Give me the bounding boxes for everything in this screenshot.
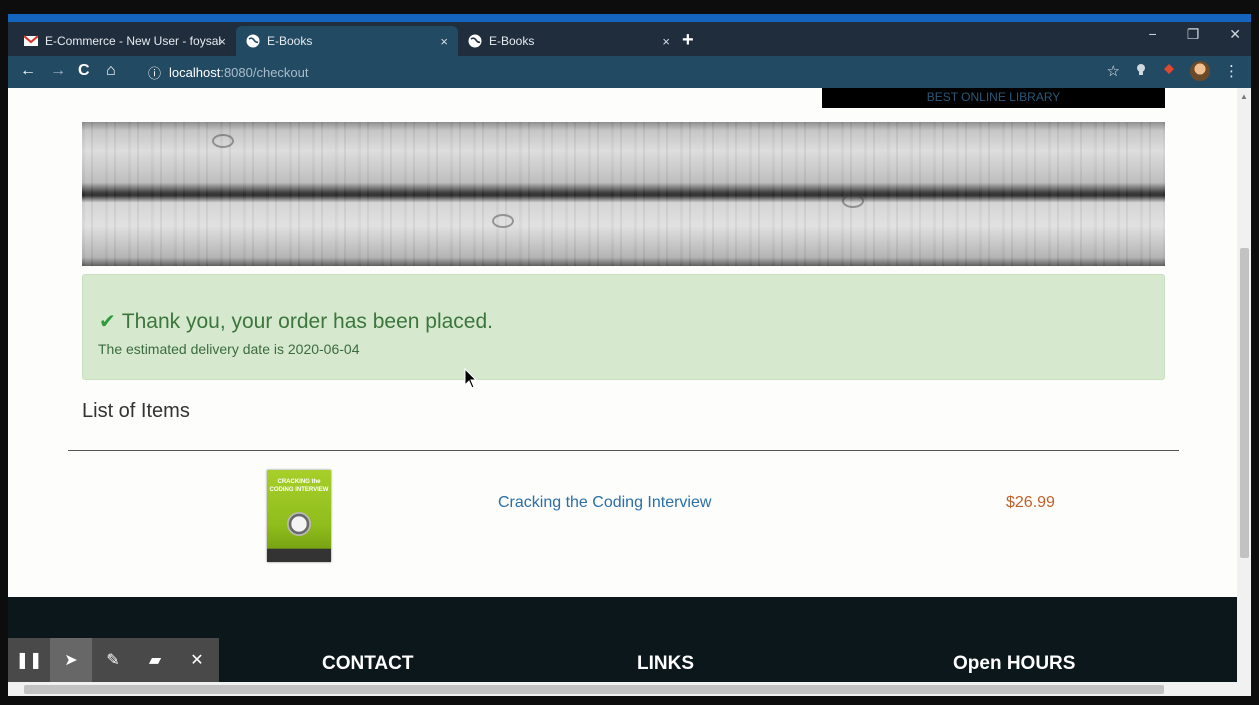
extension-icon[interactable] (1134, 62, 1148, 80)
info-icon[interactable]: ⓘ (148, 63, 161, 82)
footer-hours-heading: Open HOURS (953, 653, 1076, 674)
gmail-icon (23, 34, 39, 48)
pause-icon[interactable]: ❚❚ (8, 638, 50, 682)
tab-label: E-Books (489, 34, 535, 48)
alert-message: Thank you, your order has been placed. (121, 309, 493, 333)
book-cover-image[interactable]: CRACKING the CODING INTERVIEW (267, 470, 331, 562)
footer-links-heading: LINKS (637, 653, 694, 674)
tab-label: E-Books (267, 34, 313, 48)
reload-icon[interactable]: C (78, 62, 90, 80)
window-controls: − ❐ ✕ (1149, 26, 1241, 43)
bookmark-star-icon[interactable]: ☆ (1107, 62, 1120, 80)
wood-knot (842, 194, 864, 208)
globe-icon (246, 34, 260, 48)
hero-wood-banner (82, 122, 1165, 266)
alert-headline: ✔ Thank you, your order has been placed. (99, 309, 493, 334)
toolbar-actions: ☆ ⋮ (1107, 61, 1239, 81)
minimize-button[interactable]: − (1149, 26, 1157, 43)
wood-knot (212, 134, 234, 148)
forward-icon[interactable]: → (50, 62, 66, 80)
new-tab-button[interactable]: + (682, 29, 694, 52)
tab-close-icon[interactable]: × (218, 34, 226, 49)
url-path: :8080/checkout (220, 64, 309, 80)
tab-close-icon[interactable]: × (440, 34, 448, 49)
extension-red-icon[interactable] (1162, 62, 1176, 80)
profile-avatar[interactable] (1190, 61, 1210, 81)
tab-strip: E-Commerce - New User - foysal × E-Books… (8, 22, 1251, 56)
scrollbar-thumb[interactable] (24, 685, 1164, 694)
footer-contact-heading: CONTACT (322, 653, 414, 674)
tab-ebooks-active[interactable]: E-Books × (236, 26, 458, 56)
browser-menu-icon[interactable]: ⋮ (1224, 62, 1239, 80)
divider (68, 450, 1179, 451)
tab-gmail[interactable]: E-Commerce - New User - foysal × (14, 26, 236, 56)
list-of-items-heading: List of Items (82, 400, 190, 422)
browser-toolbar: ← → C ⌂ ⓘ localhost:8080/checkout ☆ ⋮ (8, 56, 1251, 88)
delivery-date-text: The estimated delivery date is 2020-06-0… (98, 341, 360, 357)
list-item: CRACKING the CODING INTERVIEW Cracking t… (68, 460, 1179, 570)
drawing-toolbar: ❚❚ ➤ ✎ ▰ ✕ (8, 638, 219, 682)
pointer-icon[interactable]: ➤ (50, 638, 92, 682)
order-success-alert: ✔ Thank you, your order has been placed.… (82, 274, 1165, 380)
page-viewport: BEST ONLINE LIBRARY ✔ Thank you, your or… (8, 88, 1237, 682)
pen-icon[interactable]: ✎ (92, 638, 134, 682)
restore-button[interactable]: ❐ (1187, 26, 1200, 43)
scroll-up-arrow-icon[interactable]: ▲ (1240, 92, 1248, 101)
brand-banner: BEST ONLINE LIBRARY (822, 88, 1165, 108)
tab-ebooks[interactable]: E-Books × (458, 26, 680, 56)
checkmark-icon: ✔ (99, 311, 116, 333)
clock-icon (287, 512, 311, 536)
url-host: localhost (169, 64, 221, 80)
globe-icon (468, 34, 482, 48)
tab-close-icon[interactable]: × (662, 34, 670, 49)
window-accent-bar (8, 14, 1251, 22)
vertical-scrollbar[interactable]: ▲ (1237, 88, 1251, 682)
book-title-link[interactable]: Cracking the Coding Interview (498, 494, 711, 512)
book-price: $26.99 (1006, 494, 1055, 511)
book-cover-text: CRACKING the CODING INTERVIEW (269, 479, 329, 493)
close-icon[interactable]: ✕ (176, 638, 218, 682)
scrollbar-thumb[interactable] (1240, 248, 1249, 558)
home-icon[interactable]: ⌂ (106, 62, 116, 80)
tab-label: E-Commerce - New User - foysal (45, 34, 222, 48)
wood-knot (492, 214, 514, 228)
horizontal-scrollbar[interactable] (8, 682, 1251, 696)
address-bar[interactable]: ⓘ localhost:8080/checkout (148, 62, 309, 82)
highlighter-icon[interactable]: ▰ (134, 638, 176, 682)
back-icon[interactable]: ← (20, 62, 36, 80)
title-bar (0, 0, 1259, 24)
close-window-button[interactable]: ✕ (1229, 26, 1241, 43)
